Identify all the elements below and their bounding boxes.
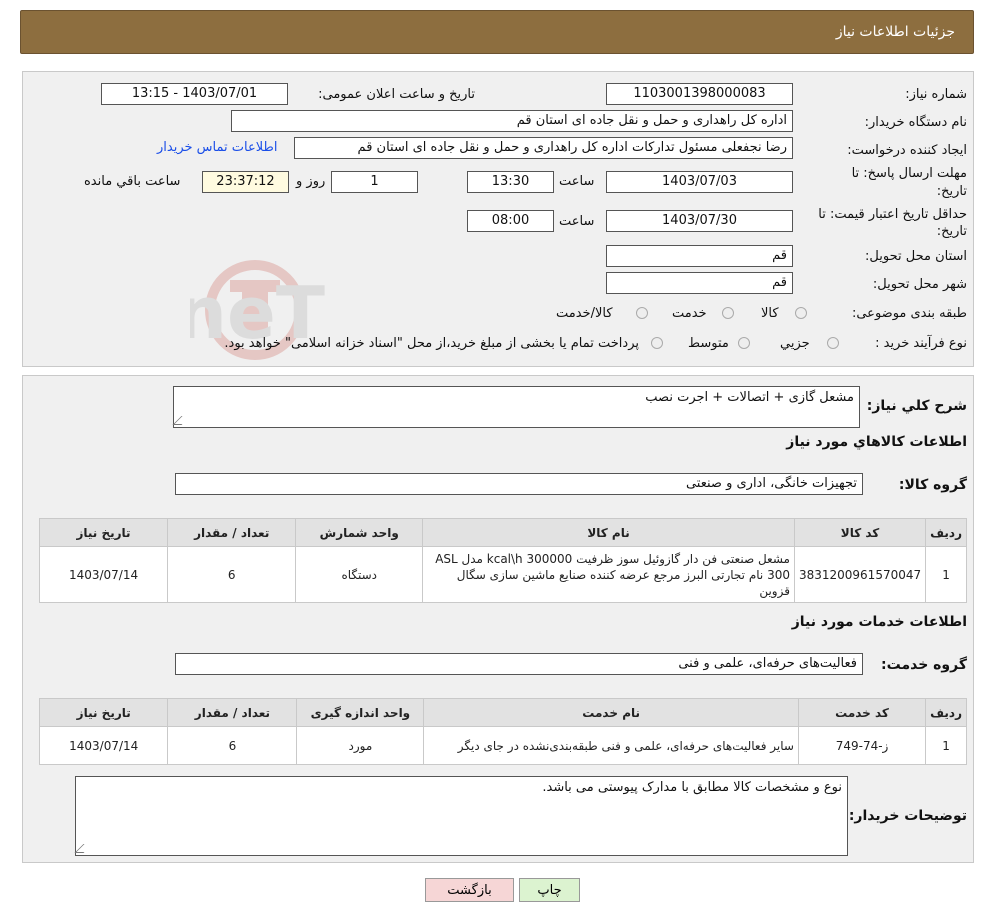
watermark-logo: AriaTender.neT xyxy=(190,260,325,360)
purchase-minor-label: جزيي xyxy=(780,336,810,351)
creator-field: رضا نجفعلی مسئول تدارکات اداره کل راهدار… xyxy=(294,137,793,159)
col-date: تاريخ نياز xyxy=(38,518,169,547)
validity-time-field: 08:00 xyxy=(467,210,554,232)
table-row: 1 ز-74-749 سایر فعالیت‌های حرفه‌ای، علمی… xyxy=(38,726,967,765)
days-remaining-field: 1 xyxy=(331,171,418,193)
city-label: شهر محل تحویل: xyxy=(872,277,967,292)
col-row: رديف xyxy=(925,698,967,727)
col-code: كد كالا xyxy=(793,518,927,547)
page-header: جزئیات اطلاعات نیاز xyxy=(20,10,974,54)
deadline-time-field: 13:30 xyxy=(467,171,554,193)
cell-name: سایر فعالیت‌های حرفه‌ای، علمی و فنی طبقه… xyxy=(423,726,799,765)
print-button[interactable]: چاپ xyxy=(519,878,580,902)
remaining-time-field: 23:37:12 xyxy=(202,171,289,193)
services-section-title: اطلاعات خدمات مورد نياز xyxy=(791,614,967,630)
deadline-date-field: 1403/07/03 xyxy=(606,171,793,193)
goods-group-field: تجهیزات خانگی، اداری و صنعتی xyxy=(175,473,863,495)
deadline-time-label: ساعت xyxy=(559,174,595,189)
deadline-label: مهلت ارسال پاسخ: تا xyxy=(851,166,967,181)
category-service-radio[interactable] xyxy=(722,307,734,319)
validity-label: حداقل تاریخ اعتبار قیمت: تا xyxy=(818,207,967,222)
services-table: رديف كد خدمت نام خدمت واحد اندازه گيری ت… xyxy=(38,698,967,765)
summary-textarea[interactable]: مشعل گازی + اتصالات + اجرت نصب xyxy=(172,386,860,428)
need-number-label: شماره نیاز: xyxy=(905,87,967,102)
col-date: تاريخ نياز xyxy=(38,698,169,727)
city-field: قم xyxy=(606,272,793,294)
validity-time-label: ساعت xyxy=(559,214,595,229)
remaining-label: ساعت باقي مانده xyxy=(84,174,181,189)
validity-label-date: تاریخ: xyxy=(936,224,967,239)
validity-date-field: 1403/07/30 xyxy=(606,210,793,232)
service-group-label: گروه خدمت: xyxy=(881,657,967,673)
cell-qty: 6 xyxy=(167,726,298,765)
col-name: نام كالا xyxy=(422,518,795,547)
treasury-checkbox[interactable] xyxy=(651,337,663,349)
summary-text: مشعل گازی + اتصالات + اجرت نصب xyxy=(645,390,854,405)
cell-unit: دستگاه xyxy=(295,546,424,603)
purchase-type-label: نوع فرآیند خرید : xyxy=(875,336,967,351)
resize-grip-icon[interactable] xyxy=(172,416,191,425)
announce-label: تاریخ و ساعت اعلان عمومی: xyxy=(318,87,475,102)
cell-date: 1403/07/14 xyxy=(38,546,169,603)
province-label: استان محل تحویل: xyxy=(865,249,967,264)
cell-row: 1 xyxy=(925,546,967,603)
buyer-label: نام دستگاه خریدار: xyxy=(864,115,967,130)
col-qty: تعداد / مقدار xyxy=(167,698,298,727)
col-row: رديف xyxy=(925,518,967,547)
cell-date: 1403/07/14 xyxy=(38,726,169,765)
cell-name: مشعل صنعتی فن دار گازوئیل سوز ظرفیت 3000… xyxy=(422,546,795,603)
page-title: جزئیات اطلاعات نیاز xyxy=(835,24,955,40)
buyer-notes-textarea[interactable]: نوع و مشخصات کالا مطابق با مدارک پیوستی … xyxy=(74,776,848,856)
buyer-notes-label: توضیحات خریدار: xyxy=(848,808,967,824)
category-both-radio[interactable] xyxy=(636,307,648,319)
announce-field: 1403/07/01 - 13:15 xyxy=(101,83,288,105)
buyer-field: اداره کل راهداری و حمل و نقل جاده ای است… xyxy=(231,110,793,132)
purchase-medium-radio[interactable] xyxy=(738,337,750,349)
services-table-header: رديف كد خدمت نام خدمت واحد اندازه گيری ت… xyxy=(38,698,967,727)
col-qty: تعداد / مقدار xyxy=(167,518,297,547)
category-goods-radio[interactable] xyxy=(795,307,807,319)
col-code: كد خدمت xyxy=(797,698,927,727)
col-unit: واحد اندازه گيری xyxy=(296,698,425,727)
province-field: قم xyxy=(606,245,793,267)
back-button[interactable]: بازگشت xyxy=(425,878,514,902)
cell-code: ز-74-749 xyxy=(797,726,927,765)
service-group-field: فعالیت‌های حرفه‌ای، علمی و فنی xyxy=(175,653,863,675)
days-label: روز و xyxy=(296,174,326,189)
cell-code: 3831200961570047 xyxy=(793,546,927,603)
col-name: نام خدمت xyxy=(423,698,799,727)
need-number-field: 1103001398000083 xyxy=(606,83,793,105)
goods-section-title: اطلاعات كالاهاي مورد نياز xyxy=(786,434,967,450)
buyer-notes-text: نوع و مشخصات کالا مطابق با مدارک پیوستی … xyxy=(542,780,842,795)
cell-unit: مورد xyxy=(296,726,425,765)
purchase-medium-label: متوسط xyxy=(688,336,729,351)
deadline-label-date: تاریخ: xyxy=(936,184,967,199)
category-goods-label: کالا xyxy=(761,306,779,321)
cell-qty: 6 xyxy=(167,546,297,603)
table-row: 1 3831200961570047 مشعل صنعتی فن دار گاز… xyxy=(38,546,967,603)
category-both-label: کالا/خدمت xyxy=(556,306,613,321)
cell-row: 1 xyxy=(925,726,967,765)
resize-grip-icon[interactable] xyxy=(74,844,93,853)
goods-table-header: رديف كد كالا نام كالا واحد شمارش تعداد /… xyxy=(38,518,967,547)
category-label: طبقه بندی موضوعی: xyxy=(851,306,967,321)
goods-group-label: گروه كالا: xyxy=(898,477,967,493)
purchase-minor-radio[interactable] xyxy=(827,337,839,349)
goods-table: رديف كد كالا نام كالا واحد شمارش تعداد /… xyxy=(38,518,967,603)
category-service-label: خدمت xyxy=(672,306,707,321)
buyer-contact-link[interactable]: اطلاعات تماس خریدار xyxy=(157,140,277,155)
creator-label: ایجاد کننده درخواست: xyxy=(847,143,967,158)
col-unit: واحد شمارش xyxy=(295,518,424,547)
summary-label: شرح كلي نياز: xyxy=(866,398,967,414)
purchase-note: پرداخت تمام یا بخشی از مبلغ خرید،از محل … xyxy=(224,336,639,351)
